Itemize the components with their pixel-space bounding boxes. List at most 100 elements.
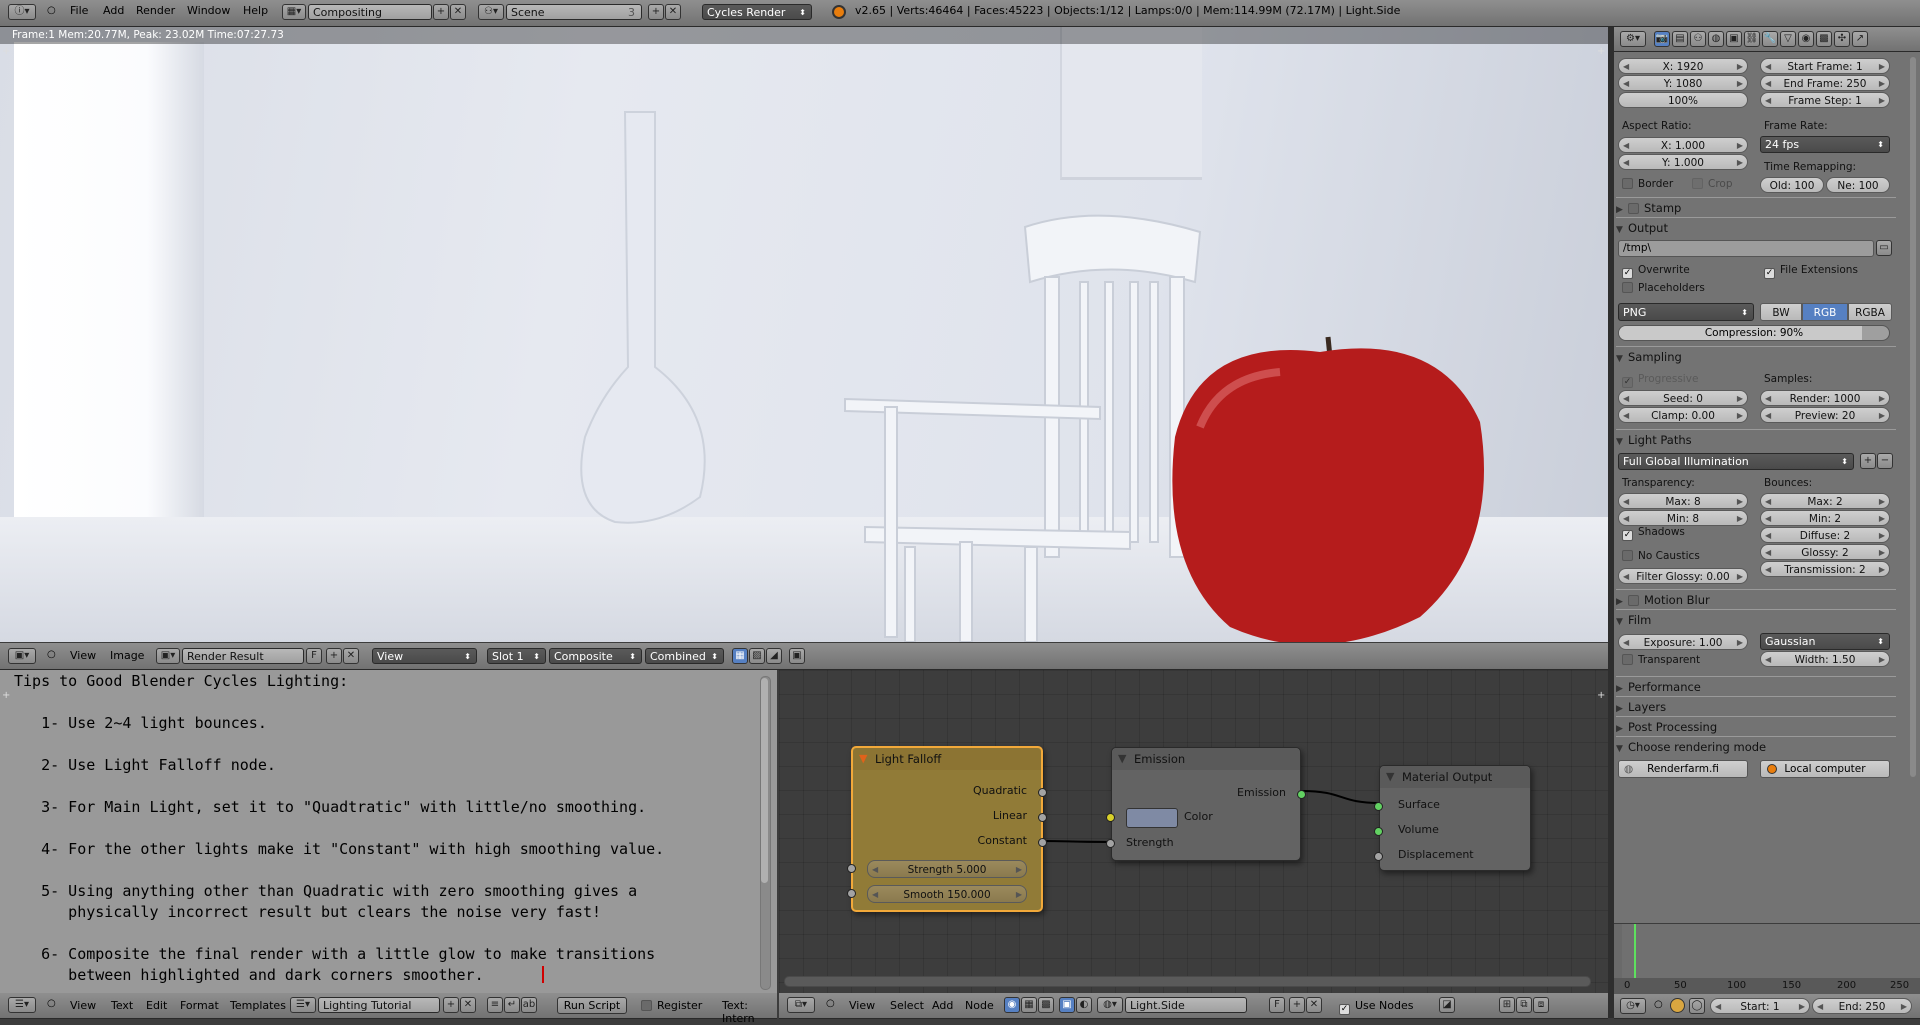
scene-icon[interactable]: ⚇▾ (478, 4, 504, 20)
editor-type-node-icon[interactable]: ⧉▾ (787, 997, 815, 1013)
collapse-menu-icon[interactable]: ○ (47, 998, 56, 1009)
socket-smooth-in[interactable] (847, 889, 856, 898)
filter-type-select[interactable]: Gaussian ⬍ (1760, 633, 1890, 650)
text-line[interactable]: 6- Composite the final render with a lit… (14, 945, 655, 963)
world-tab-icon[interactable]: ◍ (1708, 31, 1724, 47)
use-nodes-checkbox[interactable]: ✓ Use Nodes (1339, 999, 1414, 1015)
filter-width-field[interactable]: ◀ Width: 1.50 ▶ (1760, 651, 1890, 667)
socket-emission-out[interactable] (1297, 790, 1306, 799)
performance-panel-header[interactable]: ▶ Performance (1616, 676, 1896, 697)
menu-node[interactable]: Node (965, 999, 994, 1012)
render-mode-panel-header[interactable]: ▼ Choose rendering mode (1616, 736, 1896, 757)
scene-tab-icon[interactable]: ⚇ (1690, 31, 1706, 47)
menu-add[interactable]: Add (103, 4, 124, 17)
draw-zbuffer-icon[interactable]: ◢ (766, 648, 782, 664)
socket-linear[interactable] (1038, 813, 1047, 822)
transparency-max-field[interactable]: ◀ Max: 8 ▶ (1618, 493, 1748, 509)
image-name-field[interactable]: Render Result (182, 648, 304, 664)
text-line[interactable]: 3- For Main Light, set it to "Quadtratic… (14, 798, 646, 816)
editor-type-properties-icon[interactable]: ⚙▾ (1620, 31, 1646, 47)
screen-layout-field[interactable]: Compositing (308, 4, 432, 20)
node-hscrollbar[interactable] (784, 976, 1591, 987)
text-line[interactable]: 1- Use 2~4 light bounces. (14, 714, 267, 732)
glossy-bounces-field[interactable]: ◀ Glossy: 2 ▶ (1760, 544, 1890, 560)
post-processing-panel-header[interactable]: ▶ Post Processing (1616, 716, 1896, 737)
keyframe-icon[interactable] (1670, 998, 1685, 1013)
texture-tab-icon[interactable]: ▩ (1816, 31, 1832, 47)
text-line[interactable]: 2- Use Light Falloff node. (14, 756, 276, 774)
material-browse-icon[interactable]: ◍▾ (1097, 997, 1123, 1013)
menu-image[interactable]: Image (110, 649, 144, 662)
resolution-x-field[interactable]: ◀ X: 1920 ▶ (1618, 58, 1748, 74)
exposure-field[interactable]: ◀ Exposure: 1.00 ▶ (1618, 634, 1748, 650)
menu-window[interactable]: Window (187, 4, 230, 17)
add-preset-icon[interactable]: + (1860, 453, 1876, 469)
render-pass-select[interactable]: Combined ⬍ (645, 648, 724, 664)
auto-key-icon[interactable]: ◯ (1689, 998, 1705, 1014)
aspect-x-field[interactable]: ◀ X: 1.000 ▶ (1618, 137, 1748, 153)
text-line[interactable]: Tips to Good Blender Cycles Lighting: (14, 672, 348, 690)
frame-rate-select[interactable]: 24 fps ⬍ (1760, 136, 1890, 153)
collapse-triangle-icon[interactable]: ▼ (859, 748, 867, 770)
socket-displacement-in[interactable] (1374, 852, 1383, 861)
snap-icon[interactable]: ⊞ (1499, 997, 1515, 1013)
add-scene-icon[interactable]: + (648, 4, 664, 20)
draw-image-alpha-icon[interactable]: ▨ (749, 648, 765, 664)
line-numbers-icon[interactable]: ≡ (487, 997, 503, 1013)
menu-add[interactable]: Add (932, 999, 953, 1012)
menu-edit[interactable]: Edit (146, 999, 167, 1012)
shadows-checkbox[interactable]: ✓ Shadows (1622, 526, 1685, 541)
run-script-button[interactable]: Run Script (557, 997, 627, 1014)
output-panel-header[interactable]: ▼ Output (1616, 217, 1896, 238)
copy-nodes-icon[interactable]: ⧉ (1516, 997, 1532, 1013)
modifiers-tab-icon[interactable]: 🔧 (1762, 31, 1778, 47)
border-checkbox[interactable]: Border (1622, 178, 1673, 190)
slot-select[interactable]: Slot 1 ⬍ (487, 648, 546, 664)
texture-nodes-icon[interactable]: ▩ (1038, 997, 1054, 1013)
node-editor[interactable]: ▼ Light Falloff Quadratic Linear Constan… (779, 670, 1608, 993)
transparent-checkbox[interactable]: Transparent (1622, 654, 1700, 666)
menu-view[interactable]: View (70, 999, 96, 1012)
menu-help[interactable]: Help (243, 4, 268, 17)
menu-format[interactable]: Format (180, 999, 219, 1012)
render-layer-select[interactable]: Composite ⬍ (549, 648, 642, 664)
editor-type-info-icon[interactable]: ⓘ▾ (8, 4, 36, 20)
text-line[interactable]: physically incorrect result but clears t… (14, 903, 601, 921)
integrator-preset-select[interactable]: Full Global Illumination ⬍ (1618, 453, 1854, 470)
frame-step-field[interactable]: ◀ Frame Step: 1 ▶ (1760, 92, 1890, 108)
menu-view[interactable]: View (70, 649, 96, 662)
light-falloff-node[interactable]: ▼ Light Falloff Quadratic Linear Constan… (847, 746, 1047, 912)
socket-strength-in[interactable] (1106, 839, 1115, 848)
add-screen-icon[interactable]: + (433, 4, 449, 20)
strength-field[interactable]: ◀ Strength 5.000 ▶ (867, 860, 1027, 878)
color-mode-bw[interactable]: BW (1760, 303, 1802, 321)
paste-nodes-icon[interactable]: ⧈ (1533, 997, 1549, 1013)
menu-render[interactable]: Render (136, 4, 175, 17)
seed-field[interactable]: ◀ Seed: 0 ▶ (1618, 390, 1748, 406)
properties-scrollbar[interactable] (1910, 57, 1916, 777)
render-engine-select[interactable]: Cycles Render ⬍ (702, 4, 812, 20)
collapse-triangle-icon[interactable]: ▼ (1386, 766, 1394, 788)
increment-arrow-icon[interactable]: ▶ (1016, 861, 1022, 879)
end-frame-field[interactable]: ◀ End Frame: 250 ▶ (1760, 75, 1890, 91)
filter-glossy-field[interactable]: ◀ Filter Glossy: 0.00 ▶ (1618, 568, 1748, 584)
unlink-image-icon[interactable]: ✕ (343, 648, 359, 664)
resolution-percent-field[interactable]: 100% (1618, 92, 1748, 108)
menu-text[interactable]: Text (111, 999, 133, 1012)
color-mode-rgb[interactable]: RGB (1802, 303, 1848, 321)
transmission-bounces-field[interactable]: ◀ Transmission: 2 ▶ (1760, 561, 1890, 577)
area-corner-icon[interactable]: + (1597, 46, 1605, 57)
word-wrap-icon[interactable]: ↵ (504, 997, 520, 1013)
menu-view[interactable]: View (849, 999, 875, 1012)
collapse-triangle-icon[interactable]: ▼ (1118, 748, 1126, 770)
physics-tab-icon[interactable]: ↗ (1852, 31, 1868, 47)
file-extensions-checkbox[interactable]: ✓ File Extensions (1764, 264, 1858, 279)
material-output-header[interactable]: ▼ Material Output (1380, 766, 1530, 788)
sampling-panel-header[interactable]: ▼ Sampling (1616, 346, 1896, 367)
socket-volume-in[interactable] (1374, 827, 1383, 836)
scene-field[interactable]: Scene 3 (506, 4, 642, 20)
image-browse-icon[interactable]: ▣▾ (156, 648, 180, 664)
increment-arrow-icon[interactable]: ▶ (1016, 886, 1022, 904)
area-corner-icon[interactable]: + (2, 46, 10, 57)
data-tab-icon[interactable]: ▽ (1780, 31, 1796, 47)
